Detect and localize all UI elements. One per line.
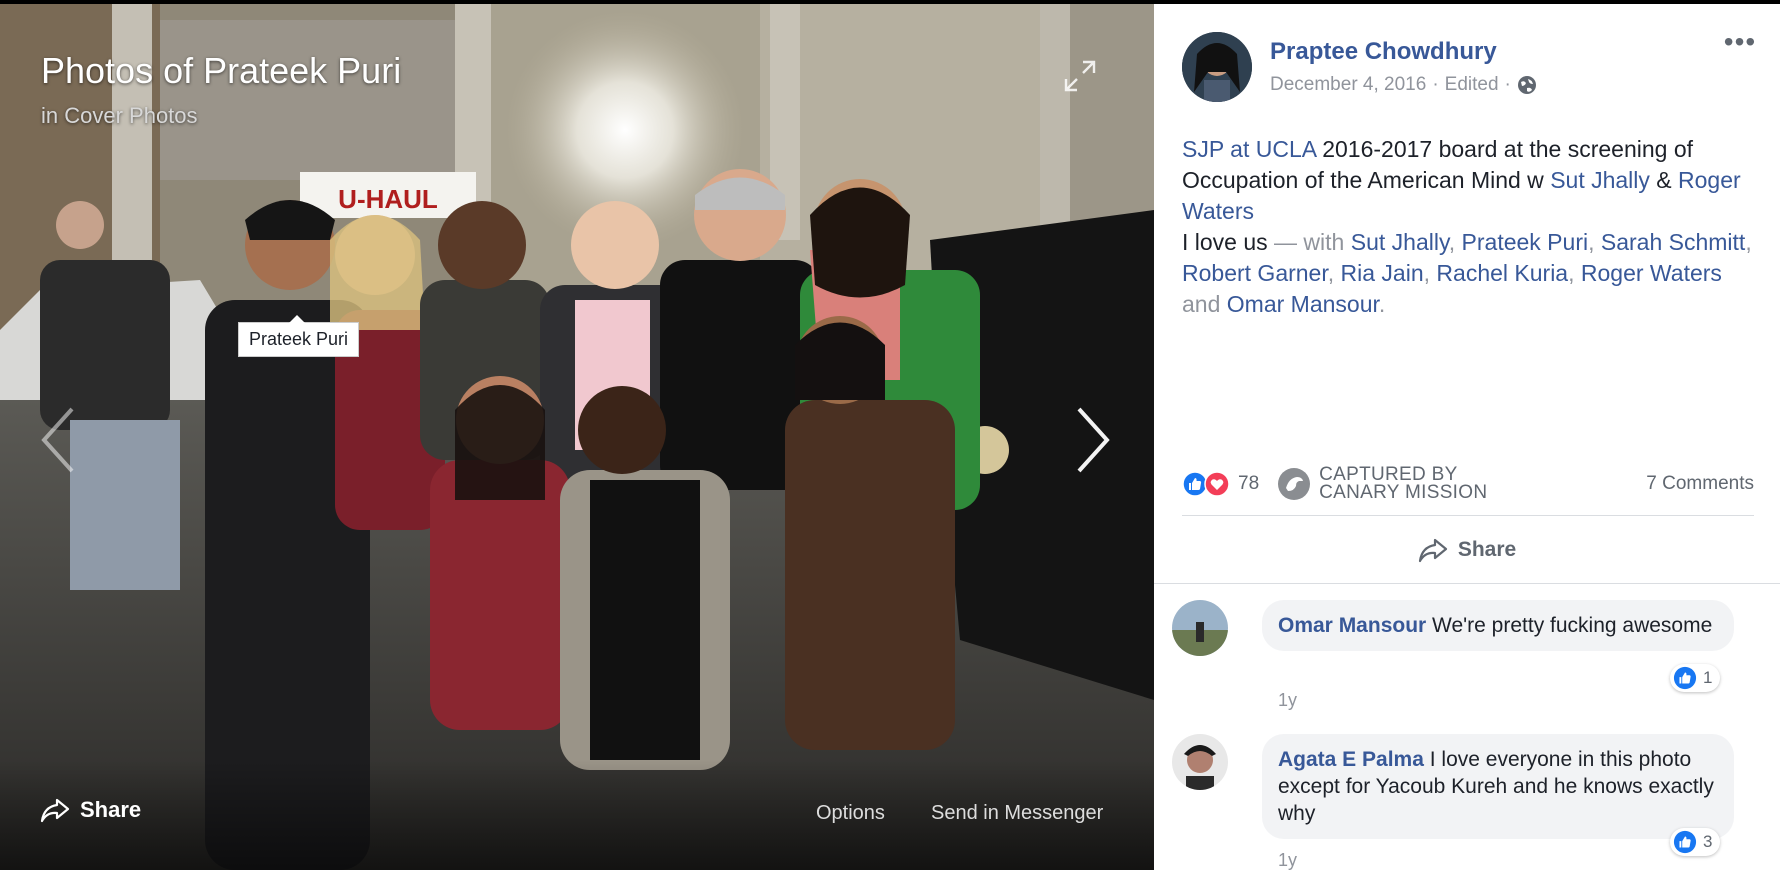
commenter-avatar[interactable]	[1172, 600, 1228, 656]
post-panel: Praptee Chowdhury December 4, 2016 · Edi…	[1154, 4, 1780, 870]
edited-label[interactable]: Edited	[1445, 74, 1499, 96]
post-author-name[interactable]: Praptee Chowdhury	[1270, 38, 1497, 66]
album-link[interactable]: in Cover Photos	[41, 103, 198, 129]
with-label: — with	[1274, 229, 1351, 255]
love-reaction-icon	[1204, 471, 1230, 497]
reaction-count[interactable]: 78	[1238, 473, 1259, 495]
comments-count-link[interactable]: 7 Comments	[1646, 473, 1754, 495]
more-options-button[interactable]: •••	[1720, 28, 1760, 62]
separator: ,	[1448, 229, 1462, 255]
tag-link[interactable]: Sut Jhally	[1351, 229, 1449, 255]
like-count: 3	[1703, 832, 1713, 851]
period: .	[1378, 291, 1386, 317]
post-text-part: I love us	[1182, 229, 1275, 255]
next-photo-arrow[interactable]	[1073, 405, 1113, 475]
previous-photo-arrow[interactable]	[38, 405, 78, 475]
commenter-avatar-image	[1172, 600, 1228, 656]
comment-time[interactable]: 1y	[1278, 850, 1297, 870]
reaction-icons[interactable]	[1182, 471, 1230, 497]
post-share-label: Share	[1457, 538, 1517, 561]
commenter-name[interactable]: Agata E Palma	[1278, 748, 1424, 771]
like-reaction-icon	[1673, 666, 1697, 690]
like-reaction-icon	[1673, 830, 1697, 854]
page-link-sjp[interactable]: SJP at UCLA	[1182, 136, 1316, 162]
comment-text: We're pretty fucking awesome	[1426, 614, 1713, 637]
expand-icon[interactable]	[1062, 58, 1098, 94]
reactions-row: 78 CAPTURED BY CANARY MISSION 7 Comments	[1182, 464, 1754, 504]
separator: ,	[1568, 260, 1581, 286]
commenter-avatar-image	[1172, 734, 1228, 790]
viewer-title: Photos of Prateek Puri	[41, 50, 402, 91]
canary-line-2: CANARY MISSION	[1319, 482, 1488, 503]
canary-logo-icon	[1278, 468, 1311, 500]
photo-viewer: U-HAUL Photos of Prateek Puri in Cover P…	[0, 0, 1154, 870]
separator: ,	[1423, 260, 1437, 286]
canary-mission-watermark: CAPTURED BY CANARY MISSION	[1277, 465, 1488, 503]
post-text: SJP at UCLA 2016-2017 board at the scree…	[1182, 134, 1762, 320]
person-link-sut-jhally[interactable]: Sut Jhally	[1550, 167, 1650, 193]
tag-link[interactable]: Omar Mansour	[1227, 291, 1379, 317]
like-count: 1	[1703, 668, 1713, 687]
options-button[interactable]: Options	[816, 802, 885, 825]
post-date[interactable]: December 4, 2016	[1270, 74, 1426, 96]
viewer-share-label: Share	[80, 797, 142, 822]
share-icon	[40, 798, 70, 823]
comment-bubble: Agata E Palma I love everyone in this ph…	[1262, 734, 1734, 839]
post-share-button[interactable]: Share	[1154, 530, 1780, 570]
post-meta: December 4, 2016 · Edited ·	[1270, 74, 1537, 96]
tag-link[interactable]: Prateek Puri	[1462, 229, 1589, 255]
commenter-avatar[interactable]	[1172, 734, 1228, 790]
commenter-name[interactable]: Omar Mansour	[1278, 614, 1426, 637]
tag-link[interactable]: Sarah Schmitt	[1601, 229, 1745, 255]
comment-bubble: Omar Mansour We're pretty fucking awesom…	[1262, 600, 1734, 651]
divider	[1154, 583, 1780, 584]
author-avatar-image	[1182, 32, 1252, 102]
meta-separator: ·	[1432, 74, 1439, 95]
author-avatar[interactable]	[1182, 32, 1252, 102]
meta-separator: ·	[1504, 74, 1511, 95]
tag-link[interactable]: Roger Waters	[1581, 260, 1722, 286]
comment-like-count[interactable]: 3	[1670, 828, 1721, 856]
comment-like-count[interactable]: 1	[1670, 664, 1721, 692]
divider	[1182, 515, 1754, 516]
comment-time[interactable]: 1y	[1278, 690, 1297, 711]
tag-link[interactable]: Robert Garner	[1182, 260, 1328, 286]
separator: ,	[1588, 229, 1601, 255]
send-in-messenger-button[interactable]: Send in Messenger	[931, 802, 1103, 825]
photo-image[interactable]: U-HAUL	[0, 0, 1154, 870]
separator: ,	[1745, 229, 1752, 255]
photo-tag-label[interactable]: Prateek Puri	[238, 315, 360, 357]
separator: ,	[1327, 260, 1341, 286]
share-icon	[1418, 538, 1447, 563]
viewer-share-button[interactable]: Share	[40, 797, 141, 823]
globe-icon[interactable]	[1517, 75, 1537, 95]
post-text-part: &	[1649, 167, 1679, 193]
tag-link[interactable]: Ria Jain	[1341, 260, 1424, 286]
and-label: and	[1182, 291, 1227, 317]
tag-link[interactable]: Rachel Kuria	[1436, 260, 1568, 286]
uhaul-sign: U-HAUL	[338, 184, 438, 214]
